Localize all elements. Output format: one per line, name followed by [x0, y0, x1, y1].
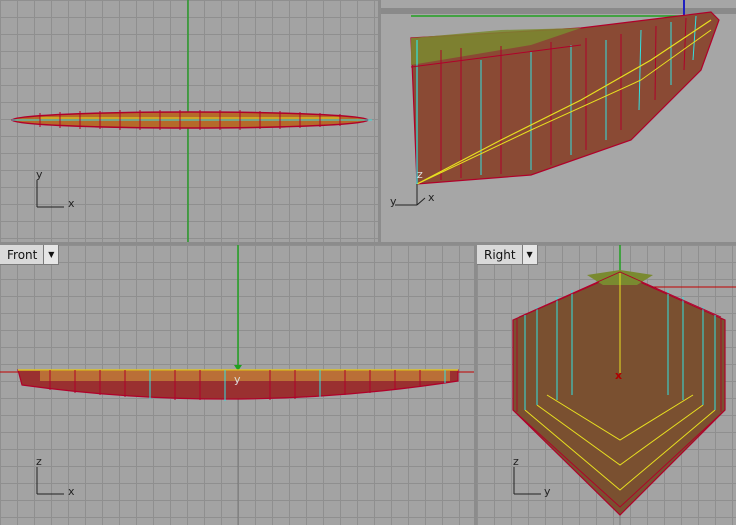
- axis-label-h: x: [68, 485, 75, 498]
- axis-label-origin: z: [417, 168, 423, 181]
- axis-label-v: z: [513, 455, 519, 468]
- axis-marker: x: [615, 369, 623, 382]
- viewport-tab-label: Right: [484, 247, 516, 262]
- viewport-front[interactable]: y z x Front ▼: [0, 245, 474, 525]
- top-view-canvas: [11, 0, 372, 242]
- viewport-top[interactable]: y x: [0, 0, 378, 242]
- axis-label-h: x: [428, 191, 435, 204]
- viewport-tab-label: Front: [7, 247, 38, 262]
- hull-right-section: [512, 272, 726, 516]
- axis-label-h: x: [68, 197, 75, 210]
- perspective-view-canvas: [381, 0, 736, 206]
- chevron-down-icon[interactable]: ▼: [521, 245, 537, 264]
- axis-marker: y: [234, 373, 241, 386]
- axis-label-v: y: [36, 168, 43, 181]
- axis-label-h: y: [544, 485, 551, 498]
- right-view-canvas: [512, 245, 736, 525]
- axis-label-v: y: [390, 195, 397, 208]
- viewport-right[interactable]: x z y Right ▼: [477, 245, 736, 525]
- axis-label-v: z: [36, 455, 42, 468]
- viewport-tab-right[interactable]: Right ▼: [477, 245, 538, 265]
- chevron-down-icon[interactable]: ▼: [43, 245, 59, 264]
- viewport-perspective[interactable]: z y x: [381, 0, 736, 242]
- viewport-tab-front[interactable]: Front ▼: [0, 245, 60, 265]
